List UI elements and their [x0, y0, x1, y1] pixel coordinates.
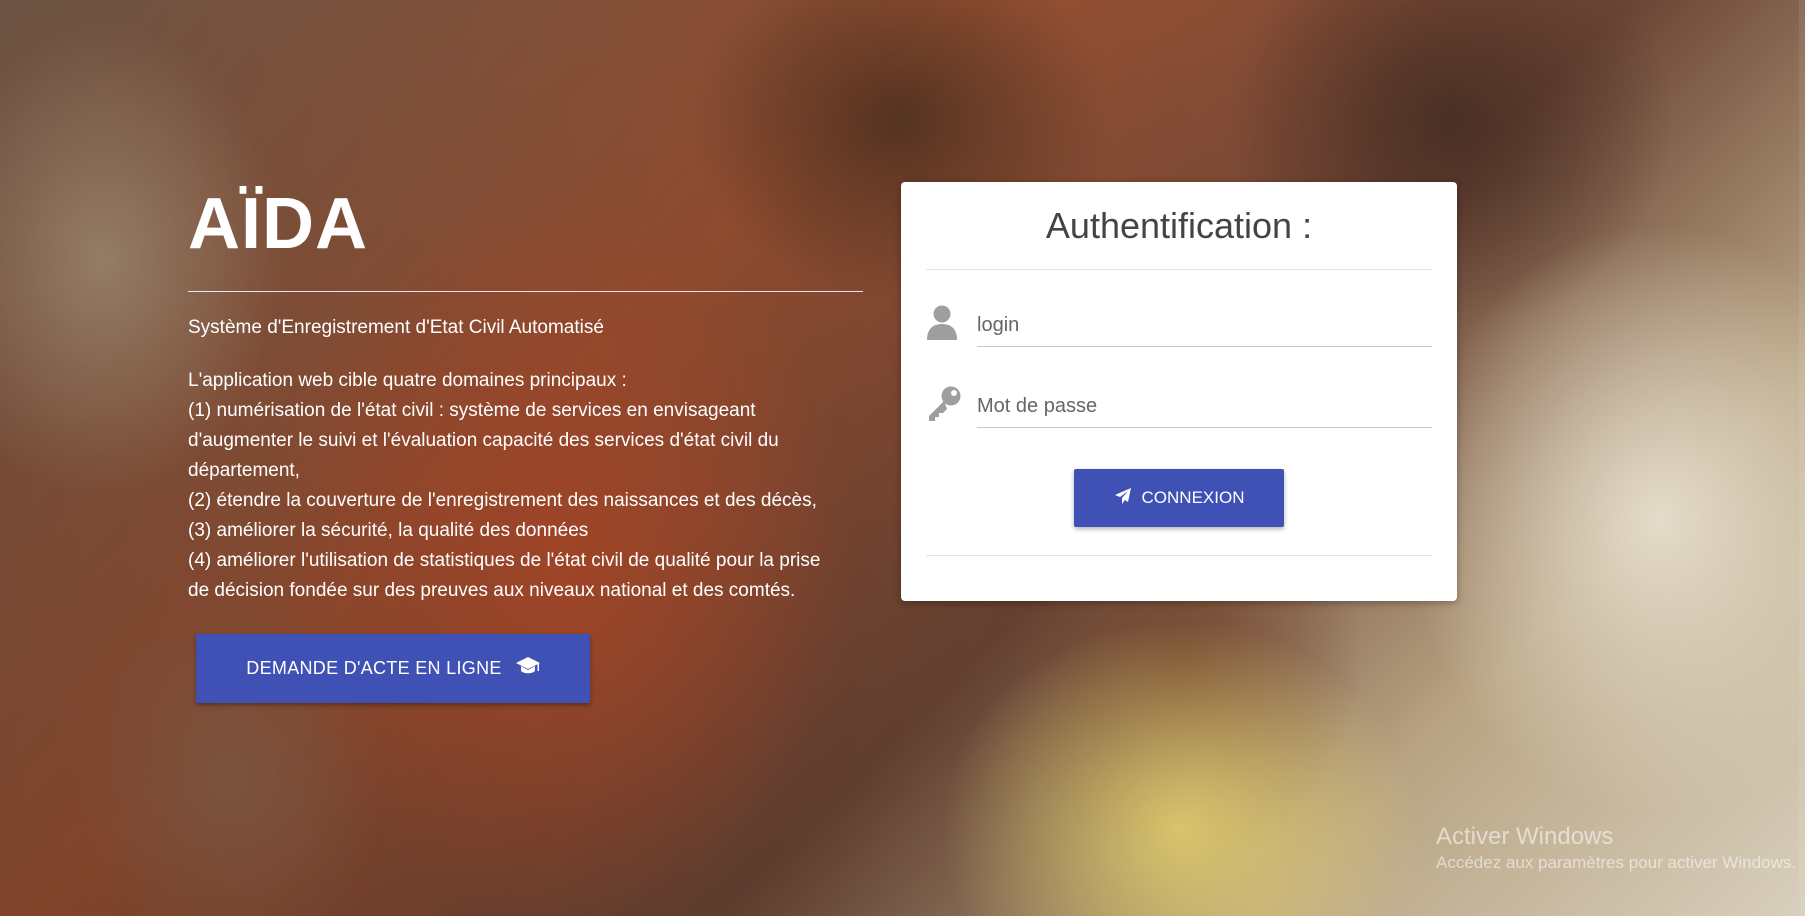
app-subtitle: Système d'Enregistrement d'Etat Civil Au…	[188, 317, 604, 338]
user-icon	[926, 304, 962, 342]
app-description: L'application web cible quatre domaines …	[188, 366, 863, 606]
connexion-button[interactable]: CONNEXION	[1074, 469, 1284, 527]
intro-divider	[188, 291, 863, 292]
card-divider-top	[926, 269, 1432, 270]
intro-section: AÏDA Système d'Enregistrement d'Etat Civ…	[188, 180, 863, 606]
login-field	[926, 300, 1432, 352]
description-line: département,	[188, 460, 300, 481]
login-card: Authentification : login CONNEXION	[901, 182, 1457, 601]
windows-activation-watermark: Activer Windows Accédez aux paramètres p…	[1436, 822, 1796, 874]
description-line: (1) numérisation de l'état civil : systè…	[188, 400, 756, 421]
graduation-cap-icon	[515, 656, 540, 681]
page-scrollbar[interactable]	[1799, 0, 1805, 916]
online-request-button[interactable]: DEMANDE D'ACTE EN LIGNE	[196, 634, 590, 703]
page: AÏDA Système d'Enregistrement d'Etat Civ…	[0, 0, 1805, 916]
description-line: (4) améliorer l'utilisation de statistiq…	[188, 550, 821, 571]
description-line: de décision fondée sur des preuves aux n…	[188, 580, 796, 601]
watermark-title: Activer Windows	[1436, 823, 1614, 850]
description-line: (3) améliorer la sécurité, la qualité de…	[188, 520, 589, 541]
password-input[interactable]	[977, 385, 1432, 428]
description-line: (2) étendre la couverture de l'enregistr…	[188, 490, 817, 511]
connexion-label: CONNEXION	[1141, 488, 1245, 507]
description-line: d'augmenter le suivi et l'évaluation cap…	[188, 430, 779, 451]
online-request-label: DEMANDE D'ACTE EN LIGNE	[246, 658, 502, 678]
key-icon	[926, 385, 962, 423]
watermark-subtitle: Accédez aux paramètres pour activer Wind…	[1436, 853, 1796, 872]
paper-plane-icon	[1114, 487, 1132, 510]
description-line: L'application web cible quatre domaines …	[188, 370, 627, 391]
brand-title: AÏDA	[188, 184, 368, 264]
login-input[interactable]	[977, 304, 1432, 347]
login-title: Authentification :	[1045, 205, 1313, 246]
password-field	[926, 381, 1432, 433]
card-divider-bottom	[926, 555, 1432, 556]
